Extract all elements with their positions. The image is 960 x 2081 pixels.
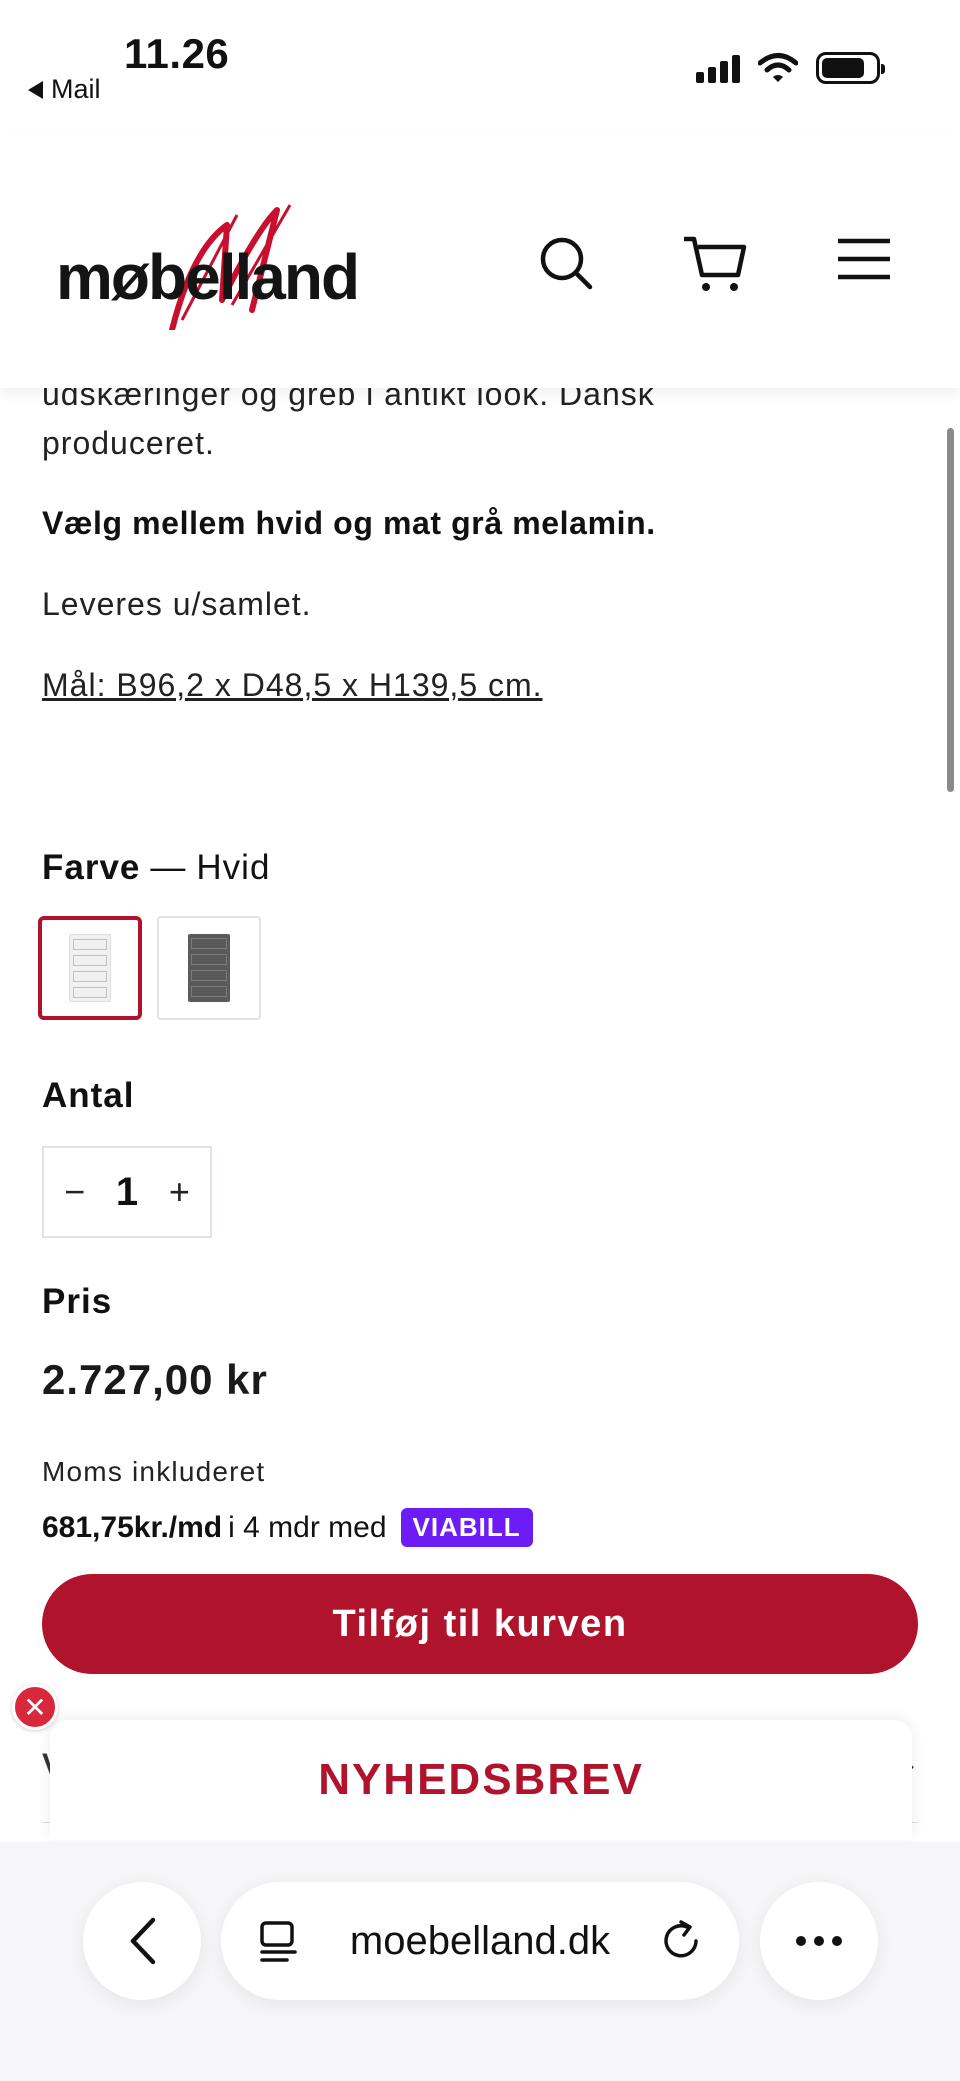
- menu-icon[interactable]: [836, 235, 892, 283]
- cart-icon[interactable]: [682, 235, 748, 295]
- description-dimensions: Mål: B96,2 x D48,5 x H139,5 cm.: [42, 667, 543, 703]
- quantity-stepper: − 1 +: [42, 1146, 212, 1238]
- signal-icon: [696, 53, 740, 83]
- price-label: Pris: [42, 1282, 113, 1321]
- newsletter-title: NYHEDSBREV: [318, 1755, 644, 1804]
- back-triangle-icon: [28, 80, 43, 99]
- page-scrollbar[interactable]: [947, 428, 954, 792]
- color-swatch-grey[interactable]: [157, 916, 261, 1020]
- site-header: møbelland: [0, 130, 960, 388]
- quantity-value[interactable]: 1: [116, 1170, 138, 1215]
- newsletter-popup[interactable]: NYHEDSBREV: [50, 1720, 912, 1840]
- add-to-cart-button[interactable]: Tilføj til kurven: [42, 1574, 918, 1674]
- finance-amount: 681,75kr./md: [42, 1510, 223, 1544]
- moebelland-logo[interactable]: møbelland: [52, 190, 382, 330]
- reload-icon[interactable]: [659, 1919, 703, 1963]
- wifi-icon: [758, 53, 798, 82]
- quantity-increase-button[interactable]: +: [159, 1171, 199, 1213]
- back-to-mail[interactable]: Mail: [28, 74, 101, 105]
- color-swatch-white[interactable]: [38, 916, 142, 1020]
- browser-back-button[interactable]: [83, 1882, 201, 2000]
- product-description: udskæringer og greb i antikt look. Dansk…: [42, 370, 922, 704]
- status-bar: 11.26 Mail: [0, 0, 960, 130]
- color-selected-value: Hvid: [196, 848, 271, 887]
- description-assembly: Leveres u/samlet.: [42, 586, 312, 622]
- vat-note: Moms inkluderet: [42, 1456, 266, 1487]
- battery-icon: [816, 52, 885, 84]
- newsletter-close-icon[interactable]: ✕: [12, 1684, 58, 1730]
- search-icon[interactable]: [538, 235, 594, 291]
- address-bar[interactable]: moebelland.dk: [221, 1882, 739, 2000]
- white-dresser-thumbnail: [69, 934, 111, 1002]
- finance-text: i 4 mdr med: [228, 1510, 387, 1544]
- quantity-decrease-button[interactable]: −: [55, 1171, 95, 1213]
- color-label: Farve: [42, 848, 141, 887]
- viabill-badge[interactable]: VIABILL: [400, 1508, 533, 1547]
- status-icons: [696, 52, 885, 84]
- financing-info[interactable]: 681,75kr./md i 4 mdr med VIABILL: [42, 1508, 533, 1547]
- more-icon[interactable]: [760, 1882, 878, 2000]
- color-label-row: Farve — Hvid: [42, 848, 270, 888]
- url-text: moebelland.dk: [349, 1918, 611, 1963]
- description-material-note: Vælg mellem hvid og mat grå melamin.: [42, 505, 656, 541]
- status-time: 11.26: [124, 30, 230, 77]
- browser-toolbar: moebelland.dk: [0, 1842, 960, 2081]
- page-icon[interactable]: [257, 1919, 301, 1963]
- color-separator: —: [150, 848, 187, 887]
- grey-dresser-thumbnail: [188, 934, 230, 1002]
- description-line-2: produceret.: [42, 425, 215, 461]
- back-app-label: Mail: [51, 74, 101, 104]
- quantity-label: Antal: [42, 1076, 135, 1115]
- logo-wordmark: møbelland: [56, 241, 360, 313]
- back-chevron-icon: [130, 1917, 156, 1965]
- price-amount: 2.727,00 kr: [42, 1356, 268, 1403]
